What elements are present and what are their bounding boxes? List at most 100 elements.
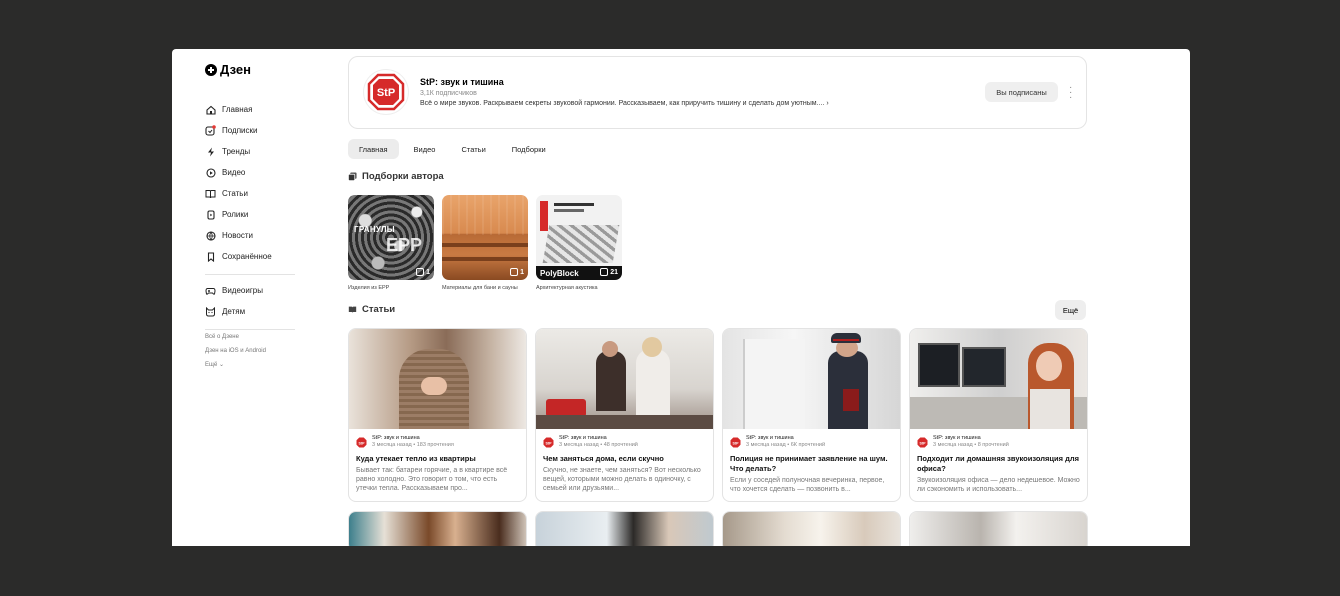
sidebar-item-videogames[interactable]: Видеоигры [205,280,295,301]
article-title[interactable]: Куда утекает тепло из квартиры [356,454,519,464]
sidebar-item-subscriptions[interactable]: Подписки [205,120,295,141]
svg-text:StP: StP [546,441,553,445]
video-icon [205,167,216,178]
article-image [910,329,1087,429]
sidebar-item-label: Тренды [222,147,251,156]
article-meta: 3 месяца назад • 183 прочтения [372,442,454,448]
channel-mini-logo: StP [730,436,741,448]
svg-text:StP: StP [733,441,740,445]
tab-articles[interactable]: Статьи [450,139,496,159]
collection-item[interactable]: PolyBlock 21 Архитектурная акустика [536,195,622,292]
article-card[interactable] [535,511,714,546]
dzen-logo[interactable]: Дзен [205,62,251,77]
article-snippet: Скучно, не знаете, чем заняться? Вот нес… [543,467,701,492]
tab-main[interactable]: Главная [348,139,399,159]
dzen-logo-icon [205,63,217,76]
collection-count: 1 [416,268,430,276]
footer-more-link[interactable]: Ещё ⌄ [205,358,266,372]
article-image [910,512,1087,546]
collections-heading: Подборки автора [348,171,444,182]
tab-collections[interactable]: Подборки [501,139,557,159]
apps-link[interactable]: Дзен на iOS и Android [205,344,266,358]
collection-caption: Изделия из EPP [348,285,390,291]
sidebar-item-news[interactable]: Новости [205,225,295,246]
sidebar-item-clips[interactable]: Ролики [205,204,295,225]
subscriptions-icon [205,125,216,136]
browser-page: Дзен Главная Подписки Тренды Видео Стать… [172,49,1190,546]
bookmark-icon [205,251,216,262]
sidebar-item-label: Видеоигры [222,286,263,295]
article-snippet: Если у соседей полуночная вечеринка, пер… [730,477,885,493]
collections-list: ГРАНУЛЫ EPP 1 Изделия из EPP 1 Материалы… [348,195,622,292]
article-snippet: Звукоизоляция офиса — дело недешевое. Мо… [917,477,1080,493]
news-icon [205,230,216,241]
collections-icon [348,172,357,181]
sidebar-item-trends[interactable]: Тренды [205,141,295,162]
sidebar-item-label: Статьи [222,189,248,198]
article-title[interactable]: Подходит ли домашняя звукоизоляция для о… [917,454,1080,474]
about-link[interactable]: Всё о Дзене [205,330,266,344]
article-author[interactable]: StP: звук и тишина [559,435,638,442]
sidebar-item-label: Новости [222,231,253,240]
sidebar-item-label: Главная [222,105,253,114]
article-title[interactable]: Полиция не принимает заявление на шум. Ч… [730,454,893,474]
sidebar-item-saved[interactable]: Сохранённое [205,246,295,267]
more-options-icon[interactable]: · · · [1069,83,1072,103]
subscribed-button[interactable]: Вы подписаны [985,82,1058,102]
channel-mini-logo: StP [356,436,367,448]
svg-text:StP: StP [377,87,395,99]
collection-caption: Архитектурная акустика [536,285,598,291]
article-title[interactable]: Чем заняться дома, если скучно [543,454,706,464]
articles-icon [205,188,216,199]
channel-mini-logo: StP [543,436,554,448]
collection-caption: Материалы для бани и сауны [442,285,518,291]
svg-text:StP: StP [920,441,927,445]
sidebar-nav: Главная Подписки Тренды Видео Статьи Рол… [205,99,295,335]
articles-section-icon [348,306,357,313]
channel-description[interactable]: Всё о мире звуков. Раскрываем секреты зв… [420,100,829,107]
article-image [536,512,713,546]
article-author[interactable]: StP: звук и тишина [372,435,454,442]
collection-item[interactable]: ГРАНУЛЫ EPP 1 Изделия из EPP [348,195,434,292]
channel-subscribers: 3,1К подписчиков [420,90,477,97]
article-image [349,512,526,546]
article-card[interactable]: StP StP: звук и тишина 3 месяца назад • … [348,328,527,502]
svg-text:StP: StP [359,441,366,445]
article-card[interactable] [348,511,527,546]
sidebar-item-label: Детям [222,307,246,316]
channel-avatar[interactable]: StP [364,70,408,114]
article-author[interactable]: StP: звук и тишина [933,435,1009,442]
sidebar-item-kids[interactable]: Детям [205,301,295,322]
channel-header: StP StP: звук и тишина 3,1К подписчиков … [348,56,1087,129]
sidebar-item-label: Ролики [222,210,249,219]
channel-tabs: Главная Видео Статьи Подборки [348,139,557,159]
article-author[interactable]: StP: звук и тишина [746,435,825,442]
chevron-right-icon: › [826,100,829,107]
chevron-down-icon: ⌄ [218,362,224,368]
sidebar-item-video[interactable]: Видео [205,162,295,183]
article-card[interactable]: StP StP: звук и тишина 3 месяца назад • … [535,328,714,502]
articles-grid: StP StP: звук и тишина 3 месяца назад • … [348,328,1088,546]
sidebar-footer: Всё о Дзене Дзен на iOS и Android Ещё ⌄ [205,330,266,372]
sidebar-item-label: Подписки [222,126,258,135]
articles-more-button[interactable]: Ещё [1055,300,1086,320]
sidebar-item-home[interactable]: Главная [205,99,295,120]
article-image [536,329,713,429]
article-card[interactable]: StP StP: звук и тишина 3 месяца назад • … [722,328,901,502]
collection-cover: 1 [442,195,528,280]
sidebar-item-articles[interactable]: Статьи [205,183,295,204]
collection-item[interactable]: 1 Материалы для бани и сауны [442,195,528,292]
tab-video[interactable]: Видео [403,139,447,159]
channel-name[interactable]: StP: звук и тишина [420,77,504,87]
article-card[interactable] [722,511,901,546]
article-meta: 3 месяца назад • 8 прочтений [933,442,1009,448]
collection-cover: ГРАНУЛЫ EPP 1 [348,195,434,280]
article-meta: 3 месяца назад • 6К прочтений [746,442,826,448]
collection-cover: PolyBlock 21 [536,195,622,280]
article-card[interactable]: StP StP: звук и тишина 3 месяца назад • … [909,328,1088,502]
articles-heading: Статьи [348,304,395,315]
article-card[interactable] [909,511,1088,546]
sidebar-item-label: Сохранённое [222,252,272,261]
sidebar-divider [205,274,295,275]
article-image [723,329,900,429]
